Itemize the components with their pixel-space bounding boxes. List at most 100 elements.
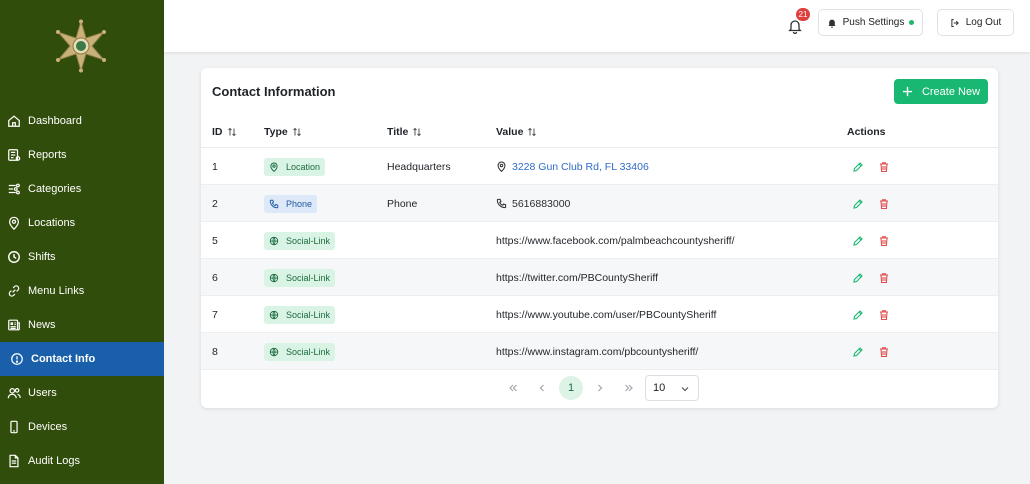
log-out-label: Log Out	[965, 17, 1002, 28]
mobile-device-icon	[10, 420, 18, 434]
type-cell: Social-Link	[264, 259, 336, 296]
globe-icon	[269, 273, 279, 282]
sidebar-item-dashboard[interactable]: Dashboard	[0, 104, 164, 138]
sidebar-item-users[interactable]: Users	[0, 376, 164, 410]
type-badge: Location	[264, 157, 326, 176]
page-size-select[interactable]: 10	[645, 375, 699, 401]
sidebar-item-menu-links[interactable]: Menu Links	[0, 274, 164, 308]
page-number-button[interactable]: 1	[559, 376, 583, 400]
edit-pencil-icon[interactable]	[852, 235, 864, 247]
row-id: 7	[212, 308, 218, 321]
contact-information-card: Contact Information Create New ID Type T…	[201, 68, 998, 408]
delete-trash-icon[interactable]	[878, 198, 890, 210]
sidebar-item-news[interactable]: News	[0, 308, 164, 342]
column-header-value[interactable]: Value	[496, 126, 537, 138]
sidebar-item-contact-info[interactable]: Contact Info	[0, 342, 164, 376]
edit-pencil-icon[interactable]	[852, 346, 864, 358]
globe-icon	[269, 310, 279, 319]
column-header-title[interactable]: Title	[387, 126, 422, 138]
chevron-left-icon	[539, 384, 544, 392]
table-row: 1 Location Headquarters 3228 Gun Club Rd…	[201, 148, 998, 185]
address-link[interactable]: 3228 Gun Club Rd, FL 33406	[496, 161, 649, 173]
sidebar-item-label: Users	[28, 387, 57, 399]
type-label: Social-Link	[286, 235, 331, 246]
map-pin-icon	[270, 162, 278, 172]
sidebar-item-label: News	[28, 319, 56, 331]
sidebar-item-reports[interactable]: Reports	[0, 138, 164, 172]
sidebar-item-label: Dashboard	[28, 115, 82, 127]
sort-icon	[528, 127, 537, 137]
row-actions	[852, 296, 904, 333]
report-icon	[8, 149, 21, 161]
table-row: 2 Phone Phone 5616883000	[201, 185, 998, 222]
edit-pencil-icon[interactable]	[852, 272, 864, 284]
row-value[interactable]: https://www.youtube.com/user/PBCountyShe…	[496, 296, 716, 333]
next-page-button[interactable]	[588, 376, 612, 400]
row-value: 3228 Gun Club Rd, FL 33406	[512, 160, 649, 173]
globe-icon	[269, 236, 279, 245]
log-out-button[interactable]: Log Out	[937, 9, 1014, 36]
sidebar-item-label: Contact Info	[31, 353, 96, 365]
last-page-button[interactable]	[617, 376, 641, 400]
column-header-label: ID	[212, 126, 223, 138]
sidebar-item-locations[interactable]: Locations	[0, 206, 164, 240]
type-cell: Phone	[264, 185, 318, 222]
phone-icon	[269, 199, 279, 208]
row-title: Phone	[387, 197, 418, 210]
column-header-id[interactable]: ID	[212, 126, 237, 138]
notifications-button[interactable]: 21	[786, 8, 810, 34]
create-new-label: Create New	[921, 85, 981, 98]
chevrons-right-icon	[625, 384, 633, 392]
sort-icon	[227, 127, 236, 137]
edit-pencil-icon[interactable]	[852, 198, 864, 210]
row-actions	[852, 185, 904, 222]
table-row: 6 Social-Link https://twitter.com/PBCoun…	[201, 259, 998, 296]
sidebar-item-devices[interactable]: Devices	[0, 410, 164, 444]
page-size-value: 10	[653, 382, 666, 394]
column-header-label: Value	[496, 126, 524, 138]
sidebar-item-label: Locations	[28, 217, 76, 229]
row-value[interactable]: https://twitter.com/PBCountySheriff	[496, 259, 658, 296]
delete-trash-icon[interactable]	[878, 346, 890, 358]
logout-icon	[951, 18, 959, 27]
phone-value: 5616883000	[496, 198, 570, 210]
row-actions	[852, 333, 904, 370]
type-label: Social-Link	[286, 346, 331, 357]
page-title: Contact Information	[212, 84, 336, 99]
sidebar-item-categories[interactable]: Categories	[0, 172, 164, 206]
sheriff-star-logo	[54, 19, 108, 73]
notification-count-badge: 21	[796, 8, 810, 21]
edit-pencil-icon[interactable]	[852, 309, 864, 321]
row-value[interactable]: https://www.facebook.com/palmbeachcounty…	[496, 222, 735, 259]
status-dot	[909, 20, 915, 25]
create-new-button[interactable]: Create New	[894, 79, 988, 104]
sidebar-item-shifts[interactable]: Shifts	[0, 240, 164, 274]
row-value[interactable]: https://www.instagram.com/pbcountysherif…	[496, 333, 698, 370]
row-id: 8	[212, 345, 218, 358]
table-header: ID Type Title Value Actions	[201, 117, 998, 148]
edit-pencil-icon[interactable]	[852, 161, 864, 173]
type-cell: Social-Link	[264, 222, 336, 259]
chevrons-left-icon	[509, 384, 517, 392]
delete-trash-icon[interactable]	[878, 161, 890, 173]
delete-trash-icon[interactable]	[878, 235, 890, 247]
chevron-right-icon	[598, 384, 603, 392]
delete-trash-icon[interactable]	[878, 272, 890, 284]
map-pin-icon	[9, 216, 19, 230]
first-page-button[interactable]	[501, 376, 525, 400]
delete-trash-icon[interactable]	[878, 309, 890, 321]
sidebar-item-label: Audit Logs	[28, 455, 80, 467]
push-settings-label: Push Settings	[842, 17, 905, 28]
pagination: 1 10	[201, 374, 998, 402]
previous-page-button[interactable]	[530, 376, 554, 400]
globe-icon	[269, 347, 279, 356]
row-actions	[852, 259, 904, 296]
sidebar-nav: Dashboard Reports Categories Locations S…	[0, 104, 164, 478]
push-settings-button[interactable]: Push Settings	[818, 9, 923, 36]
column-header-type[interactable]: Type	[264, 126, 302, 138]
type-badge: Social-Link	[264, 342, 336, 361]
value-cell: 5616883000	[496, 185, 570, 222]
row-actions	[852, 222, 904, 259]
value-cell: 3228 Gun Club Rd, FL 33406	[496, 148, 649, 185]
sidebar-item-audit-logs[interactable]: Audit Logs	[0, 444, 164, 478]
